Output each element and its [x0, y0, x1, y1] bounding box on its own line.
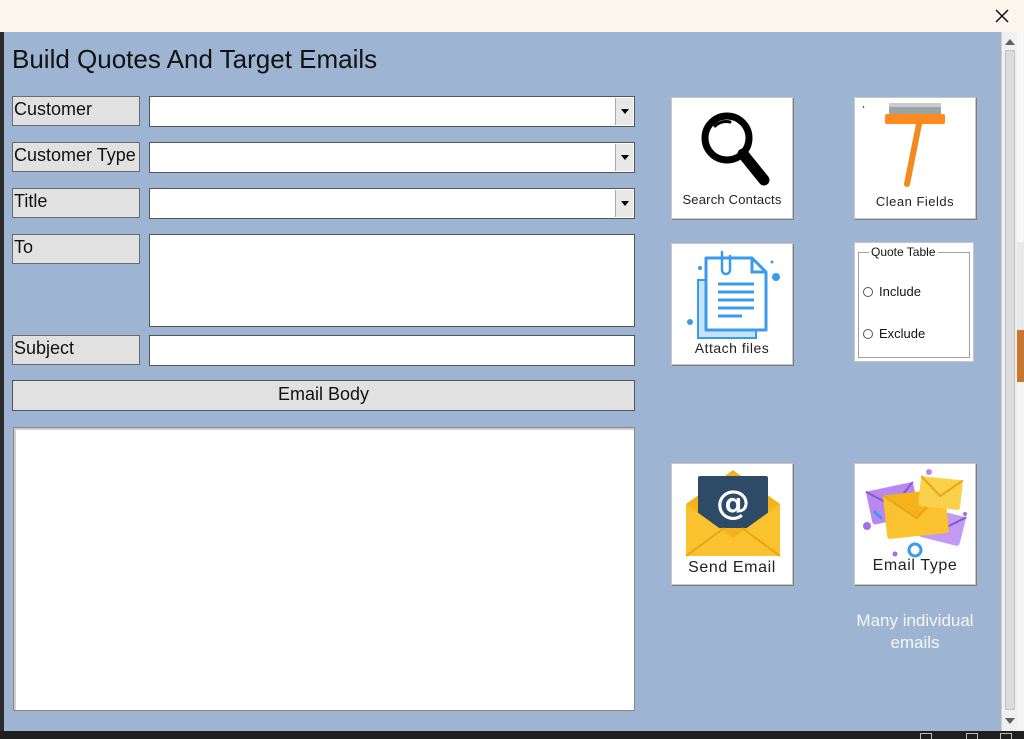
radio-circle-icon — [863, 286, 873, 297]
scroll-up-icon[interactable] — [1005, 39, 1015, 45]
customer-dropdown-button[interactable] — [615, 98, 633, 125]
background-app-strip — [1017, 32, 1024, 242]
scrollbar-thumb[interactable] — [1005, 50, 1015, 710]
search-contacts-button[interactable]: Search Contacts — [671, 97, 793, 219]
customer-type-label: Customer Type — [12, 142, 140, 172]
attach-files-button[interactable]: Attach files — [671, 243, 793, 365]
clean-fields-button[interactable]: Clean Fields — [854, 97, 976, 219]
chevron-down-icon — [620, 109, 629, 114]
document-paperclip-icon — [687, 250, 780, 339]
email-mode-text: Many individual emails — [856, 611, 974, 652]
background-app-strip — [1017, 330, 1024, 382]
magnifier-icon — [701, 112, 770, 186]
include-radio[interactable]: Include — [863, 284, 921, 299]
attach-files-label: Attach files — [694, 340, 770, 356]
exclude-radio-label: Exclude — [879, 326, 926, 341]
email-type-label: Email Type — [872, 557, 958, 574]
chevron-down-icon — [620, 201, 629, 206]
quote-email-form: Build Quotes And Target Emails Customer … — [4, 32, 1001, 731]
email-type-button[interactable]: Email Type — [854, 463, 976, 585]
svg-text:@: @ — [716, 483, 750, 523]
customer-label: Customer — [12, 96, 140, 126]
subject-input[interactable] — [149, 335, 635, 366]
include-radio-label: Include — [879, 284, 921, 299]
subject-label: Subject — [12, 335, 140, 365]
email-body-textarea[interactable] — [13, 427, 635, 711]
chevron-down-icon — [620, 155, 629, 160]
form-title: Build Quotes And Target Emails — [12, 44, 378, 74]
send-email-button[interactable]: @ Send Email — [671, 463, 793, 585]
background-app-strip — [1017, 242, 1024, 330]
broom-icon — [862, 103, 945, 187]
to-textarea[interactable] — [149, 234, 635, 327]
quote-table-panel: Quote Table Include Exclude — [854, 242, 974, 362]
radio-circle-icon — [863, 328, 873, 339]
customer-type-combobox[interactable] — [149, 142, 635, 173]
clean-fields-label: Clean Fields — [875, 194, 955, 209]
exclude-radio[interactable]: Exclude — [863, 326, 925, 341]
vertical-scrollbar[interactable] — [1001, 32, 1017, 731]
taskbar-grid-icon[interactable] — [1000, 733, 1012, 739]
multiple-envelopes-icon — [863, 469, 967, 558]
taskbar-window-icon[interactable] — [966, 733, 978, 739]
title-dropdown-button[interactable] — [615, 190, 633, 217]
taskbar-grid-icon[interactable] — [920, 733, 932, 739]
search-contacts-label: Search Contacts — [682, 192, 782, 207]
taskbar — [0, 731, 1024, 739]
close-button[interactable] — [990, 4, 1014, 28]
send-email-label: Send Email — [688, 559, 776, 576]
customer-type-dropdown-button[interactable] — [615, 144, 633, 171]
background-app-strip — [1017, 382, 1024, 731]
scroll-down-icon[interactable] — [1005, 718, 1015, 724]
email-body-label: Email Body — [12, 380, 635, 411]
to-label: To — [12, 234, 140, 264]
window-titlebar — [0, 0, 1024, 32]
quote-table-title: Quote Table — [871, 245, 936, 259]
quote-table-group: Quote Table Include Exclude — [858, 245, 970, 358]
customer-combobox[interactable] — [149, 96, 635, 127]
close-icon — [995, 9, 1009, 23]
title-label: Title — [12, 188, 140, 218]
title-combobox[interactable] — [149, 188, 635, 219]
envelope-at-icon: @ — [685, 470, 781, 557]
